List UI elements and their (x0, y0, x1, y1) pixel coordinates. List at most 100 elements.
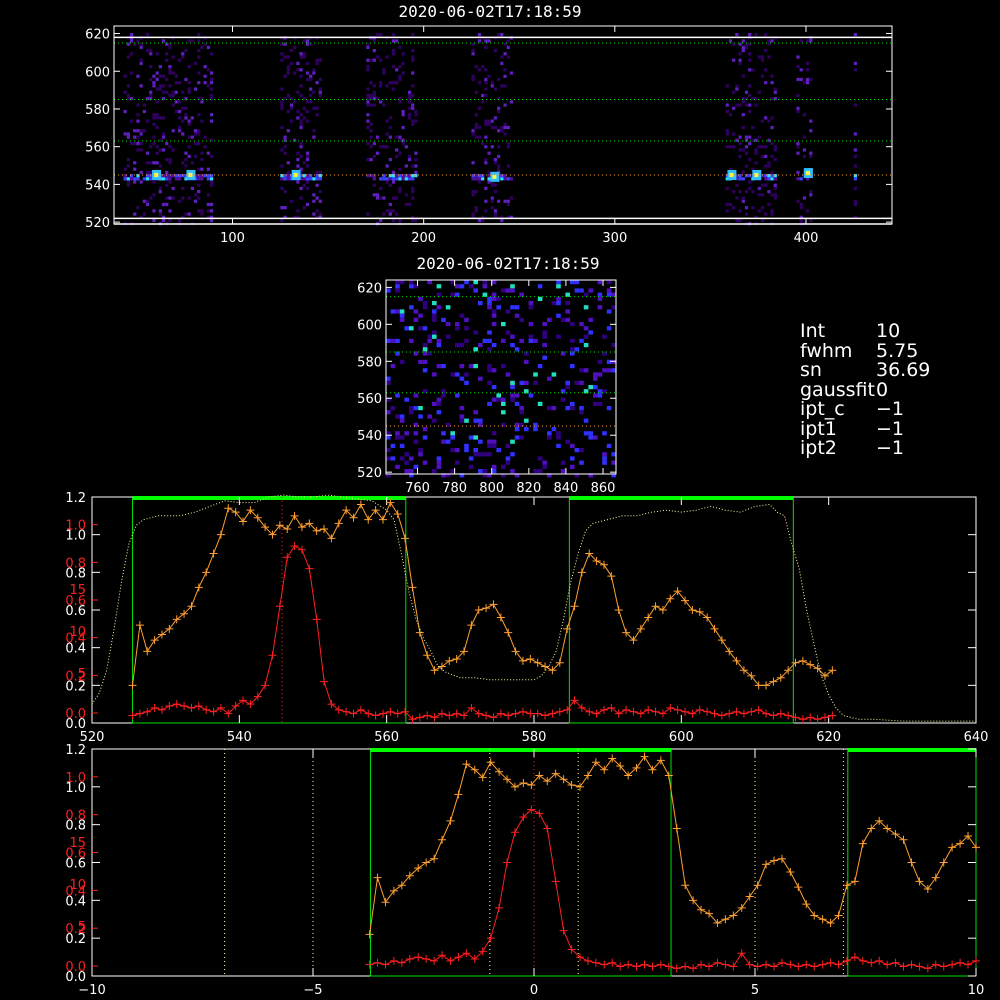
heatmap-pixel (312, 212, 316, 216)
heatmap-pixel (200, 174, 204, 178)
data-point-red (786, 960, 795, 969)
heatmap-pixel (142, 212, 146, 216)
heatmap-pixel (455, 393, 460, 398)
data-point-red (777, 958, 786, 967)
heatmap-pixel (500, 177, 504, 181)
data-point-red (818, 960, 827, 969)
heatmap-pixel (407, 202, 412, 207)
data-point-red (972, 956, 980, 965)
heatmap-pixel (510, 284, 515, 289)
heatmap-pixel (149, 49, 153, 53)
heatmap-pixel (414, 151, 418, 155)
heatmap-pixel (764, 154, 768, 158)
heatmap-pixel (506, 177, 510, 181)
heatmap-pixel (493, 209, 498, 213)
heatmap-pixel (556, 313, 561, 318)
heatmap-pixel (129, 71, 134, 75)
data-point-orange (658, 606, 667, 614)
heatmap-pixel (432, 317, 437, 322)
heatmap-pixel (318, 174, 322, 178)
heatmap-pixel (318, 87, 322, 91)
heatmap-pixel (190, 39, 194, 43)
heatmap-pixel (375, 135, 380, 139)
heatmap-pixel (468, 284, 474, 289)
heatmap-pixel (459, 313, 465, 318)
heatmap-pixel (799, 206, 803, 210)
heatmap-pixel (757, 186, 761, 191)
data-point-orange (842, 881, 851, 890)
heatmap-pixel (149, 196, 153, 200)
data-point-red (415, 713, 424, 722)
heatmap-pixel (318, 170, 322, 175)
heatmap-pixel (283, 206, 287, 210)
data-point-orange (209, 549, 218, 558)
heatmap-pixel (177, 177, 182, 181)
heatmap-pixel (455, 284, 460, 289)
heatmap-pixel (171, 93, 175, 98)
heatmap-pixel (796, 109, 800, 114)
heatmap-pixel (450, 372, 455, 377)
heatmap-pixel (136, 103, 140, 107)
heatmap-pixel (197, 81, 201, 85)
heatmap-pixel (503, 199, 507, 203)
heatmap-pixel (505, 330, 511, 335)
heatmap-pixel (432, 330, 437, 335)
data-point-red (495, 903, 504, 912)
heatmap-pixel (155, 161, 159, 165)
heatmap-pixel (407, 90, 412, 94)
heatmap-pixel (209, 113, 214, 117)
heatmap-pixel (547, 317, 552, 322)
heatmap-pixel (165, 141, 169, 146)
data-point-red (342, 707, 351, 716)
heatmap-pixel (366, 45, 370, 49)
data-point-orange (570, 602, 579, 611)
heatmap-pixel (171, 103, 175, 107)
heatmap-pixel (738, 154, 742, 158)
heatmap-pixel (395, 196, 399, 200)
data-point-red (128, 711, 137, 720)
heatmap-pixel (139, 45, 143, 49)
heatmap-pixel (459, 418, 465, 423)
heatmap-pixel (767, 161, 771, 165)
heatmap-pixel (369, 58, 373, 62)
heatmap-pixel (155, 145, 159, 149)
y-tick-label: 1.2 (65, 491, 86, 506)
heatmap-pixel (732, 190, 736, 194)
heatmap-pixel (418, 448, 423, 453)
heatmap-pixel (510, 452, 515, 457)
heatmap-pixel (802, 196, 807, 200)
heatmap-pixel (296, 151, 300, 155)
heatmap-pixel (309, 77, 313, 82)
heatmap-pixel (503, 125, 507, 130)
heatmap-pixel (184, 49, 188, 53)
heatmap-pixel (296, 61, 300, 66)
heatmap-pixel (390, 338, 396, 343)
data-point-orange (762, 681, 771, 690)
heatmap-pixel (388, 116, 392, 120)
heatmap-pixel (404, 202, 408, 207)
heatmap-pixel (136, 119, 140, 123)
y-tick-label: 560 (85, 141, 110, 156)
y-tick-label-red-extra: 10 (69, 878, 86, 893)
heatmap-pixel (197, 132, 201, 136)
heatmap-pixel (379, 218, 383, 223)
heatmap-pixel (796, 65, 800, 69)
heatmap-pixel (487, 439, 492, 444)
heatmap-pixel (806, 209, 810, 213)
heatmap-pixel (477, 68, 482, 72)
heatmap-pixel (606, 309, 612, 314)
heatmap-pixel (570, 280, 575, 285)
heatmap-pixel (391, 49, 396, 53)
heatmap-pixel (187, 145, 191, 149)
heatmap-pixel (760, 74, 765, 78)
heatmap-pixel (158, 87, 162, 91)
heatmap-pixel (158, 148, 162, 152)
heatmap-pixel (570, 406, 575, 411)
data-point-orange (526, 654, 535, 663)
heatmap-pixel (606, 326, 612, 331)
heatmap-pixel (142, 199, 146, 203)
heatmap-pixel (398, 74, 402, 78)
heatmap-pixel (395, 174, 399, 178)
heatmap-pixel (206, 202, 210, 207)
data-point-orange (762, 860, 771, 869)
